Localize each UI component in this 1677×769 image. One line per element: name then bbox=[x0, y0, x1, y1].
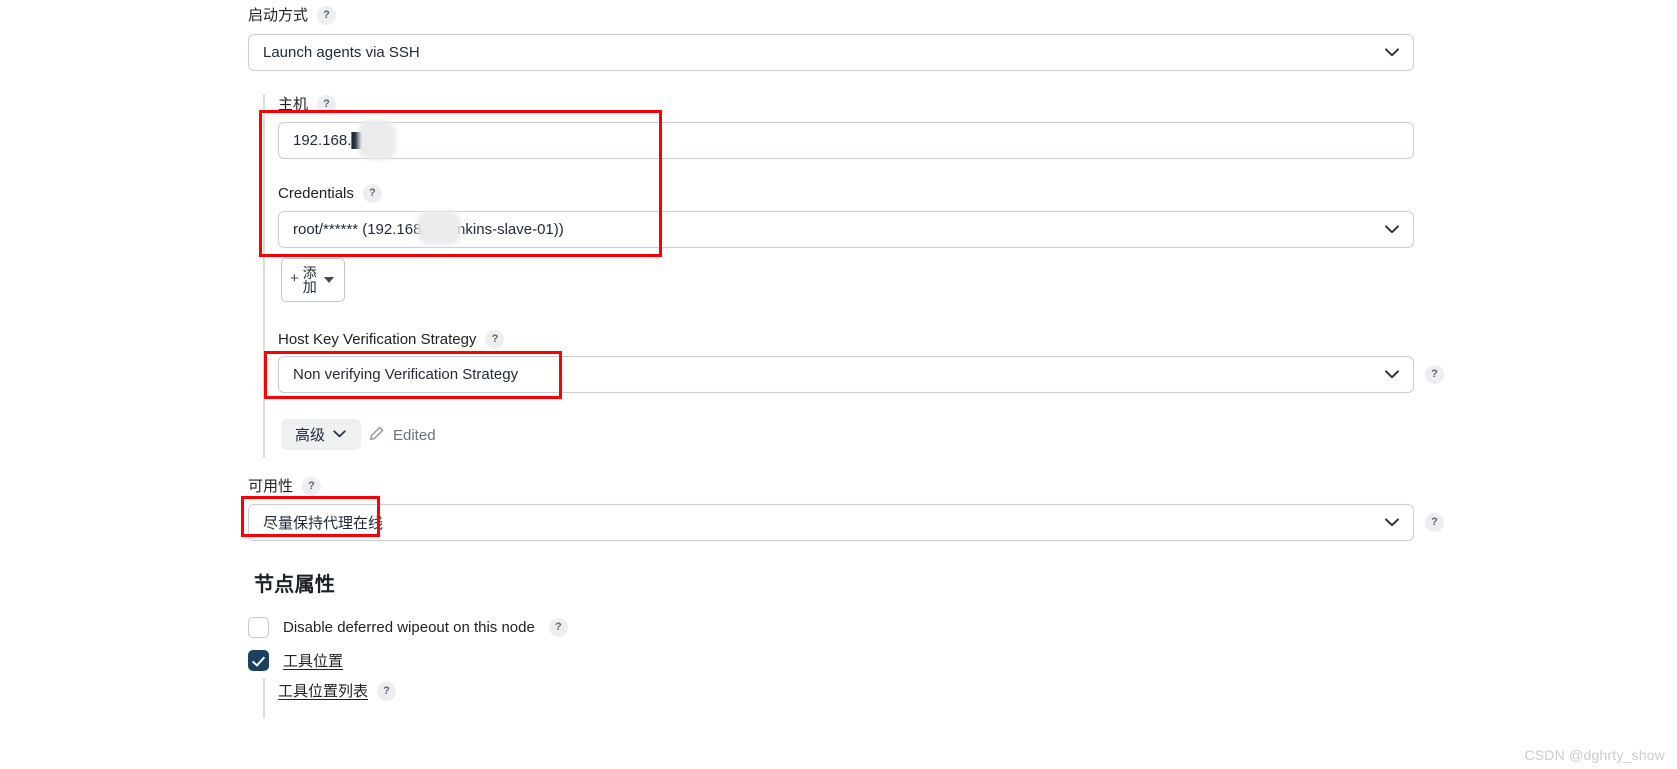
help-icon[interactable]: ? bbox=[548, 618, 568, 637]
chevron-down-icon bbox=[1385, 518, 1399, 527]
advanced-button[interactable]: 高级 bbox=[281, 419, 362, 450]
node-property-row-wipeout[interactable]: Disable deferred wipeout on this node ? bbox=[248, 617, 568, 638]
host-key-strategy-label: Host Key Verification Strategy ? bbox=[278, 330, 505, 349]
plus-icon: + bbox=[290, 270, 299, 288]
edited-label: Edited bbox=[393, 427, 436, 444]
help-icon[interactable]: ? bbox=[1425, 513, 1444, 532]
checkbox-disable-deferred-wipeout[interactable] bbox=[248, 617, 269, 638]
availability-value: 尽量保持代理在线 bbox=[263, 515, 384, 532]
chevron-down-icon bbox=[333, 430, 347, 439]
help-icon[interactable]: ? bbox=[302, 477, 322, 496]
host-key-strategy-select[interactable]: Non verifying Verification Strategy bbox=[278, 356, 1414, 393]
node-property-row-tool-location[interactable]: 工具位置 bbox=[248, 650, 343, 671]
launch-method-value: Launch agents via SSH bbox=[263, 44, 420, 61]
help-icon[interactable]: ? bbox=[377, 682, 397, 701]
host-key-strategy-value: Non verifying Verification Strategy bbox=[293, 366, 519, 383]
ssh-section-guide bbox=[263, 94, 265, 458]
credentials-redaction-smudge bbox=[417, 211, 461, 245]
tool-location-sub-guide bbox=[263, 678, 265, 718]
node-properties-title: 节点属性 bbox=[254, 574, 336, 596]
availability-label-text: 可用性 bbox=[248, 478, 294, 495]
host-value: 192.168.█ bbox=[293, 132, 363, 149]
credentials-label: Credentials ? bbox=[278, 184, 382, 203]
watermark: CSDN @dghrty_show bbox=[1524, 747, 1665, 763]
add-button-label-line2: 加 bbox=[302, 279, 317, 295]
launch-method-select[interactable]: Launch agents via SSH bbox=[248, 34, 1414, 71]
help-icon[interactable]: ? bbox=[317, 6, 337, 25]
help-icon[interactable]: ? bbox=[485, 330, 505, 349]
checkbox-tool-location[interactable] bbox=[248, 650, 269, 671]
host-key-strategy-help[interactable]: ? bbox=[1425, 364, 1444, 384]
credentials-label-text: Credentials bbox=[278, 185, 354, 202]
chevron-down-icon bbox=[1385, 370, 1399, 379]
help-icon[interactable]: ? bbox=[317, 95, 337, 114]
chevron-down-icon bbox=[1385, 48, 1399, 57]
tool-location-list-row[interactable]: 工具位置列表 ? bbox=[278, 682, 397, 701]
host-label: 主机 ? bbox=[278, 95, 337, 114]
help-icon[interactable]: ? bbox=[362, 184, 382, 203]
availability-help[interactable]: ? bbox=[1425, 512, 1444, 532]
jenkins-node-config-page: 启动方式 ? Launch agents via SSH 主机 ? 192.16… bbox=[0, 0, 1677, 769]
availability-label: 可用性 ? bbox=[248, 477, 322, 496]
host-redaction-smudge bbox=[358, 120, 396, 160]
availability-select[interactable]: 尽量保持代理在线 bbox=[248, 504, 1414, 541]
advanced-button-label: 高级 bbox=[295, 427, 326, 444]
host-key-strategy-label-text: Host Key Verification Strategy bbox=[278, 331, 477, 348]
edited-indicator: Edited bbox=[368, 425, 436, 446]
host-label-text: 主机 bbox=[278, 96, 309, 113]
tool-location-list-label[interactable]: 工具位置列表 bbox=[278, 684, 368, 699]
caret-down-icon bbox=[323, 277, 334, 283]
launch-method-label-text: 启动方式 bbox=[248, 7, 309, 24]
host-input[interactable]: 192.168.█ bbox=[278, 122, 1414, 159]
help-icon[interactable]: ? bbox=[1425, 365, 1444, 384]
checkbox-label[interactable]: 工具位置 bbox=[283, 650, 343, 671]
checkbox-label: Disable deferred wipeout on this node bbox=[283, 619, 535, 636]
add-button-label-line1: 添 bbox=[302, 264, 317, 281]
pencil-icon bbox=[368, 425, 385, 446]
add-credentials-button[interactable]: + 添 加 bbox=[281, 258, 345, 302]
chevron-down-icon bbox=[1385, 225, 1399, 234]
launch-method-label: 启动方式 ? bbox=[248, 6, 337, 25]
